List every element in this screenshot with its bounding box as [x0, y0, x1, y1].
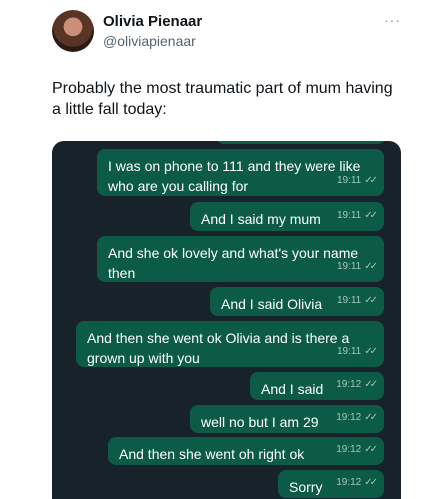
double-check-icon: ✓✓: [364, 477, 378, 488]
author-handle[interactable]: @oliviapienaar: [103, 33, 196, 49]
message-bubble: I was on phone to 111 and they were like…: [97, 149, 384, 196]
message-bubble: well no but I am 29 19:12 ✓✓: [190, 405, 384, 433]
chat-screenshot: I was on phone to 111 and they were like…: [52, 141, 401, 499]
double-check-icon: ✓✓: [364, 210, 378, 221]
message-time: 19:11: [336, 175, 362, 186]
previous-message-bubble: [216, 141, 386, 144]
message-bubble: Sorry 19:12 ✓✓: [278, 470, 384, 498]
double-check-icon: ✓✓: [364, 261, 378, 272]
message-text: well no but I am 29: [201, 414, 319, 430]
more-options-icon[interactable]: ···: [384, 12, 401, 28]
message-text: And then she went ok Olivia and is there…: [87, 330, 354, 366]
message-bubble: And then she went ok Olivia and is there…: [76, 321, 384, 367]
message-text: Sorry: [289, 479, 323, 495]
message-bubble: And I said 19:12 ✓✓: [250, 372, 384, 400]
message-bubble: And I said my mum 19:11 ✓✓: [190, 202, 384, 231]
message-text: And I said Olivia: [221, 296, 323, 312]
message-time: 19:12: [336, 379, 362, 390]
message-time: 19:11: [336, 261, 362, 272]
message-text: And she ok lovely and what's your name t…: [108, 245, 363, 281]
message-bubble: And she ok lovely and what's your name t…: [97, 236, 384, 282]
double-check-icon: ✓✓: [364, 444, 378, 455]
message-time: 19:11: [336, 210, 362, 221]
message-text: And I said my mum: [201, 211, 321, 227]
message-text: And I said: [261, 381, 324, 397]
double-check-icon: ✓✓: [364, 379, 378, 390]
message-time: 19:12: [336, 412, 362, 423]
message-text: And then she went oh right ok: [119, 446, 305, 462]
message-text: I was on phone to 111 and they were like…: [108, 158, 365, 194]
tweet-text: Probably the most traumatic part of mum …: [52, 80, 393, 118]
double-check-icon: ✓✓: [364, 175, 378, 186]
message-time: 19:12: [336, 444, 362, 455]
message-bubble: And I said Olivia 19:11 ✓✓: [210, 287, 384, 316]
message-bubble: And then she went oh right ok 19:12 ✓✓: [108, 437, 384, 465]
message-time: 19:11: [336, 346, 362, 357]
message-time: 19:12: [336, 477, 362, 488]
double-check-icon: ✓✓: [364, 346, 378, 357]
author-name[interactable]: Olivia Pienaar: [103, 13, 202, 30]
double-check-icon: ✓✓: [364, 412, 378, 423]
author-avatar[interactable]: [52, 10, 94, 52]
double-check-icon: ✓✓: [364, 295, 378, 306]
message-time: 19:11: [336, 295, 362, 306]
